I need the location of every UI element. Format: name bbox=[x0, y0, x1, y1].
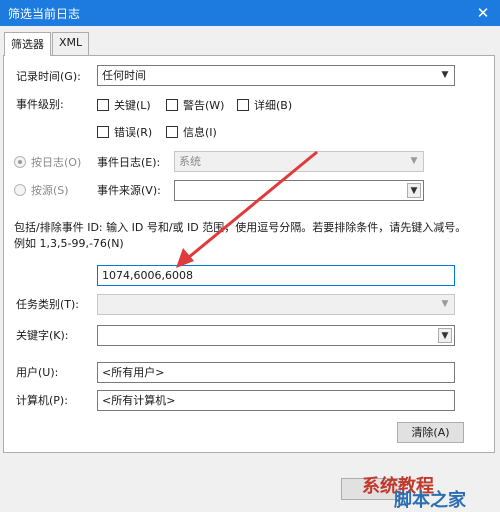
annotation-arrow-icon bbox=[176, 150, 318, 268]
watermark-logo: 系统教程 脚本之家 bbox=[348, 470, 498, 511]
watermark-line2: 脚本之家 bbox=[394, 490, 466, 511]
tab-filter[interactable]: 筛选器 bbox=[4, 32, 51, 56]
